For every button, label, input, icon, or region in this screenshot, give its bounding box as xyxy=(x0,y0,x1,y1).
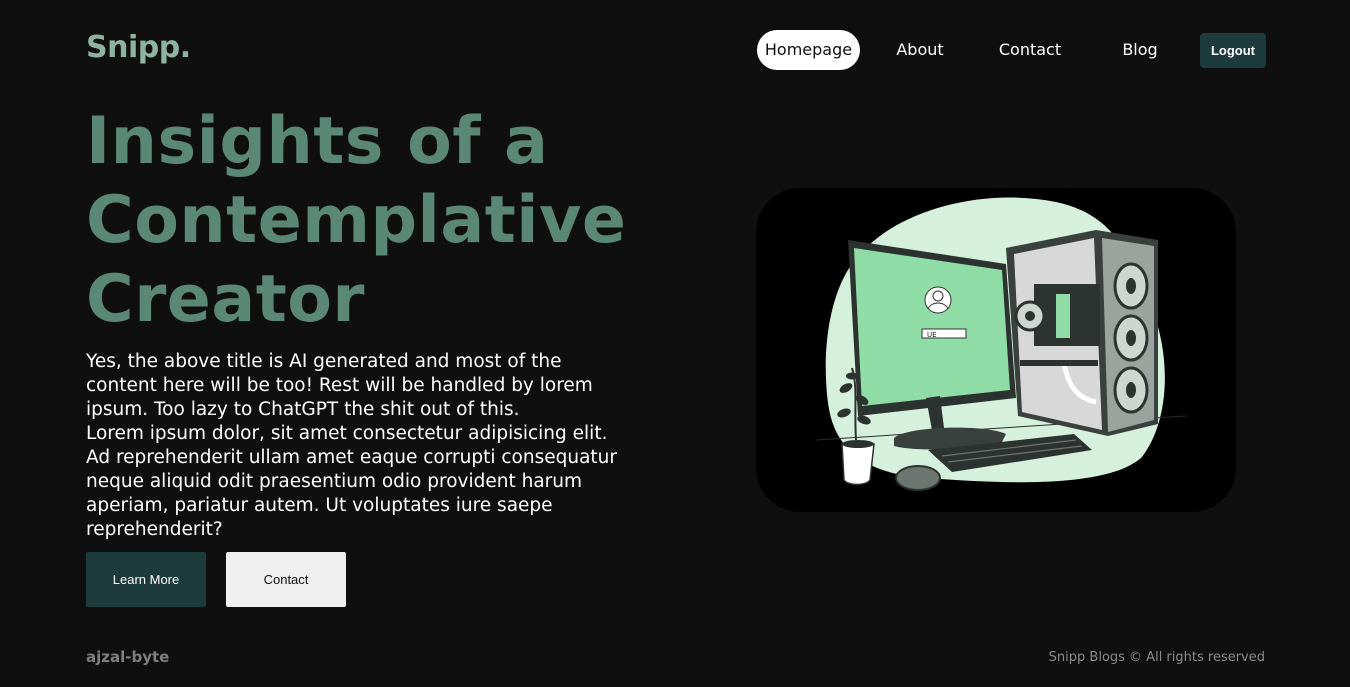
hero-title-line: Creator xyxy=(86,262,365,337)
logout-button[interactable]: Logout xyxy=(1200,33,1266,68)
description-line: aperiam, pariatur autem. Ut voluptates i… xyxy=(86,495,553,516)
nav-homepage[interactable]: Homepage xyxy=(757,30,860,70)
footer-copyright: Snipp Blogs © All rights reserved xyxy=(1048,650,1265,665)
description-line: Ad reprehenderit ullam amet eaque corrup… xyxy=(86,447,618,468)
description-line: ipsum. Too lazy to ChatGPT the shit out … xyxy=(86,399,520,420)
contact-button[interactable]: Contact xyxy=(226,552,346,607)
description-line: neque aliquid odit praesentium odio prov… xyxy=(86,471,583,492)
description-line: Lorem ipsum dolor, sit amet consectetur … xyxy=(86,423,608,444)
hero-title-line: Contemplative xyxy=(86,183,627,258)
site-logo[interactable]: Snipp. xyxy=(86,30,191,65)
screen-label: UE xyxy=(927,331,937,339)
main-nav: Homepage About Contact Blog Logout xyxy=(757,30,1266,70)
hero-title-line: Insights of a xyxy=(86,104,549,179)
description-line: reprehenderit? xyxy=(86,519,223,540)
footer-author[interactable]: ajzal-byte xyxy=(86,648,169,666)
description-line: Yes, the above title is AI generated and… xyxy=(86,351,562,372)
hero-title: Insights of a Contemplative Creator xyxy=(86,102,706,339)
nav-blog[interactable]: Blog xyxy=(1113,30,1167,70)
description-line: content here will be too! Rest will be h… xyxy=(86,375,593,396)
nav-about[interactable]: About xyxy=(883,30,957,70)
learn-more-button[interactable]: Learn More xyxy=(86,552,206,607)
hero-description: Yes, the above title is AI generated and… xyxy=(86,350,646,542)
nav-contact[interactable]: Contact xyxy=(991,30,1069,70)
hero-illustration: UE xyxy=(756,188,1236,512)
desktop-computer-illustration-icon: UE xyxy=(815,197,1187,491)
